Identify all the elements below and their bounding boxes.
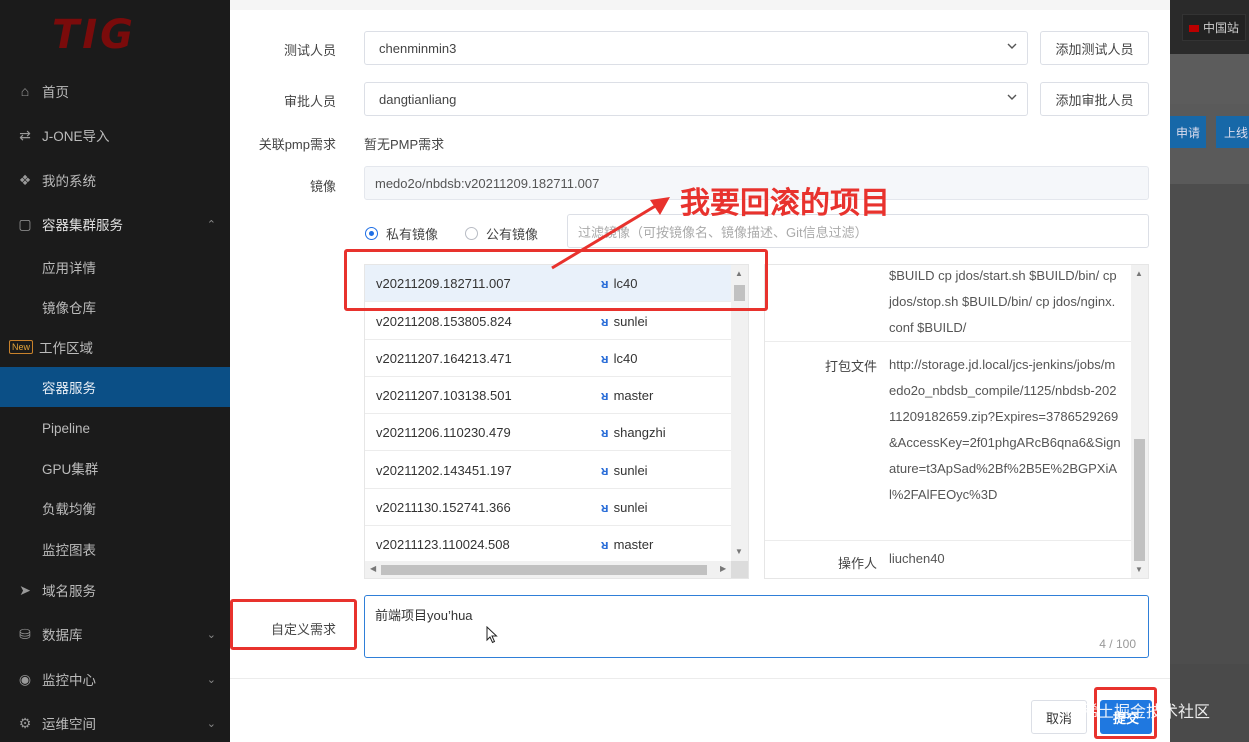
home-icon: ⌂	[20, 83, 30, 99]
detail-vertical-scrollbar[interactable]: ▲ ▼	[1131, 265, 1148, 578]
desktop-icon: ▢	[18, 215, 32, 232]
add-approver-button[interactable]: 添加审批人员	[1040, 82, 1149, 116]
chevron-down-icon: ⌄	[206, 673, 216, 686]
git-branch-icon: ᴚ	[601, 350, 609, 366]
radio-private-image[interactable]: 私有镜像	[365, 224, 438, 243]
nav-workspace[interactable]: New 工作区域	[0, 327, 230, 367]
approver-label: 审批人员	[283, 94, 336, 109]
pack-file-label: 打包文件	[824, 359, 877, 374]
image-list-item[interactable]: v20211123.110024.508 ᴚ master	[365, 526, 732, 563]
background-page: 中国站 申请 上线	[1170, 0, 1249, 742]
chevron-down-icon	[1007, 43, 1017, 49]
scroll-right-icon[interactable]: ▶	[720, 564, 726, 573]
nav-monitor-center[interactable]: ◉ 监控中心 ⌄	[0, 659, 230, 699]
scroll-down-icon[interactable]: ▼	[735, 547, 743, 556]
sidebar: TIG ⌂ 首页 ⇄ J-ONE导入 ❖ 我的系统 ▢ 容器集群服务 ⌃ 应用详…	[0, 0, 230, 742]
git-branch-icon: ᴚ	[601, 536, 609, 552]
tester-select[interactable]: chenminmin3	[364, 31, 1028, 65]
nav-pipeline[interactable]: Pipeline	[0, 408, 230, 448]
custom-requirement-textarea[interactable]: 前端项目you’hua 4 / 100	[364, 595, 1149, 658]
nav-jone-import[interactable]: ⇄ J-ONE导入	[0, 115, 230, 155]
eye-icon: ◉	[18, 670, 32, 687]
image-list-item[interactable]: v20211130.152741.366 ᴚ sunlei	[365, 489, 732, 526]
nav-domain[interactable]: ➤ 域名服务	[0, 570, 230, 610]
nav-load-balance[interactable]: 负载均衡	[0, 488, 230, 528]
logo[interactable]: TIG	[0, 0, 230, 70]
nav-container-service[interactable]: 容器服务	[0, 367, 230, 407]
flag-icon	[1189, 25, 1199, 33]
add-tester-button[interactable]: 添加测试人员	[1040, 31, 1149, 65]
operator-label: 操作人	[837, 556, 877, 571]
image-label: 镜像	[309, 179, 336, 194]
watermark: @稀土掘金技术社区	[1066, 702, 1211, 721]
new-badge: New	[9, 340, 34, 354]
annotation-text: 我要回滚的项目	[680, 186, 890, 221]
swap-icon: ⇄	[19, 126, 31, 143]
send-icon: ➤	[19, 581, 31, 598]
nav-monitor-chart[interactable]: 监控图表	[0, 529, 230, 569]
nav-my-system[interactable]: ❖ 我的系统	[0, 160, 230, 200]
image-list-item[interactable]: v20211206.110230.479 ᴚ shangzhi	[365, 414, 732, 451]
nav-database[interactable]: ⛁ 数据库 ⌄	[0, 614, 230, 654]
image-list-item[interactable]: v20211202.143451.197 ᴚ sunlei	[365, 452, 732, 489]
radio-public-image[interactable]: 公有镜像	[465, 224, 538, 243]
image-detail-panel: $BUILD cp jdos/start.sh $BUILD/bin/ cp j…	[764, 264, 1149, 579]
git-branch-icon: ᴚ	[601, 387, 609, 403]
annotation-arrow-icon	[551, 197, 670, 270]
mouse-cursor-icon	[486, 626, 498, 644]
chevron-up-icon: ⌃	[206, 218, 216, 231]
tester-label: 测试人员	[283, 43, 336, 58]
wrench-icon: ⚙	[18, 714, 32, 731]
operator-value: liuchen40	[889, 551, 945, 566]
nav-app-detail[interactable]: 应用详情	[0, 247, 230, 287]
cubes-icon: ❖	[18, 171, 32, 188]
pmp-value: 暂无PMP需求	[364, 137, 445, 152]
database-icon: ⛁	[19, 625, 31, 642]
online-button[interactable]: 上线	[1216, 116, 1249, 148]
git-branch-icon: ᴚ	[601, 462, 609, 478]
approver-select[interactable]: dangtianliang	[364, 82, 1028, 116]
nav-ops-space[interactable]: ⚙ 运维空间 ⌄	[0, 703, 230, 742]
nav-container-cluster[interactable]: ▢ 容器集群服务 ⌃	[0, 204, 230, 244]
image-list-item[interactable]: v20211207.164213.471 ᴚ lc40	[365, 340, 732, 377]
image-list-item[interactable]: v20211207.103138.501 ᴚ master	[365, 377, 732, 414]
image-list: v20211209.182711.007 ᴚ lc40 v20211208.153…	[364, 264, 749, 579]
pmp-label: 关联pmp需求	[258, 137, 336, 152]
chevron-down-icon	[1007, 94, 1017, 100]
nav-image-repo[interactable]: 镜像仓库	[0, 287, 230, 327]
chevron-down-icon: ⌄	[206, 628, 216, 641]
region-selector[interactable]: 中国站	[1182, 14, 1247, 41]
apply-button[interactable]: 申请	[1170, 116, 1206, 148]
git-branch-icon: ᴚ	[601, 424, 609, 440]
char-counter: 4 / 100	[1099, 637, 1136, 651]
pack-file-value: http://storage.jd.local/jcs-jenkins/jobs…	[889, 357, 1121, 502]
scroll-up-icon[interactable]: ▲	[1135, 269, 1143, 278]
scroll-left-icon[interactable]: ◀	[370, 564, 376, 573]
chevron-down-icon: ⌄	[206, 717, 216, 730]
nav-home[interactable]: ⌂ 首页	[0, 71, 230, 111]
highlight-custom-label	[230, 599, 357, 650]
build-command: $BUILD cp jdos/start.sh $BUILD/bin/ cp j…	[889, 268, 1117, 335]
list-horizontal-scrollbar[interactable]: ◀ ▶	[365, 561, 732, 578]
git-branch-icon: ᴚ	[601, 499, 609, 515]
nav-gpu-cluster[interactable]: GPU集群	[0, 448, 230, 488]
scroll-down-icon[interactable]: ▼	[1135, 565, 1143, 574]
git-branch-icon: ᴚ	[601, 313, 609, 329]
